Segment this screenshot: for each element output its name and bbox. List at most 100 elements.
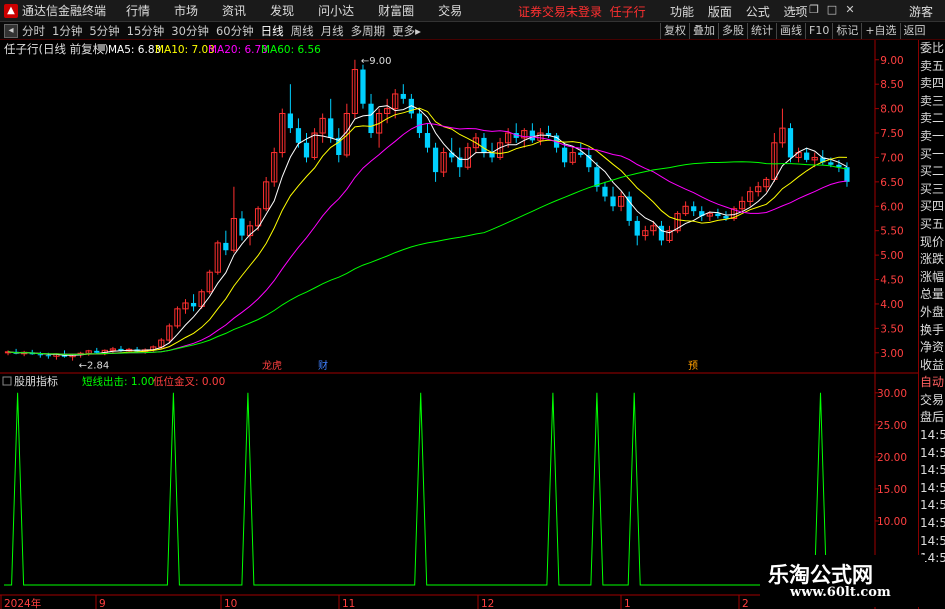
candle-body-down (416, 113, 423, 134)
menu-faxian[interactable]: 发现 (270, 2, 294, 19)
high-price-label: ←9.00 (361, 56, 392, 67)
y-tick-label: 6.00 (880, 201, 903, 213)
period-15min[interactable]: 15分钟 (127, 23, 165, 39)
back-arrow-icon[interactable]: ◂ (4, 23, 18, 38)
app-title: 通达信金融终端 (22, 4, 107, 18)
candle-body-down (368, 103, 374, 134)
quote-label: 买四 (920, 199, 945, 214)
candle-body-down (37, 354, 43, 356)
y-tick-label: 5.50 (880, 226, 903, 238)
period-5min[interactable]: 5分钟 (89, 23, 119, 39)
y-tick-label: 4.50 (880, 275, 903, 287)
candle-body-down (715, 213, 721, 217)
candle-body-down (562, 147, 568, 163)
x-tick-label: 1 (624, 598, 631, 609)
event-marker: 财 (318, 359, 328, 372)
quote-panel: 委比 卖五 卖四 卖三 卖二 卖一 买一 买二 买三 买四 买五 现价 涨跌 涨幅 总量 外盘 换手 净资 收益 自动… (918, 40, 945, 609)
candle-body-down (602, 186, 608, 197)
ma-legend-3: MA60: 6.56 (261, 44, 321, 56)
tool-diejia[interactable]: 叠加 (689, 23, 718, 39)
tool-duogu[interactable]: 多股 (718, 23, 747, 39)
guest-user[interactable]: 游客 (909, 3, 933, 20)
restore-icon[interactable]: ❐ (808, 4, 820, 16)
candle-body-down (239, 218, 245, 236)
quote-label: 卖一 (920, 128, 945, 143)
x-tick-label: 2024年 (4, 597, 41, 609)
y-tick-label: 5.00 (880, 250, 903, 262)
quote-label: 总量 (920, 287, 945, 302)
menu-gongshi[interactable]: 公式 (746, 5, 770, 19)
quote-label: 委比 (920, 41, 945, 55)
kline-chart[interactable]: 9.00 8.50 8.00 7.50 7.00 6.50 6.00 5.50 5.00 4.50… (0, 40, 918, 609)
period-more[interactable]: 更多▸ (392, 23, 421, 39)
period-30min[interactable]: 30分钟 (171, 23, 209, 39)
candle-body-down (634, 220, 640, 236)
candle-body-down (828, 162, 834, 165)
candle-body-down (190, 302, 197, 307)
quote-label: 买一 (920, 146, 945, 161)
period-monthly[interactable]: 月线 (321, 23, 344, 39)
x-tick-label: 12 (481, 598, 494, 609)
quote-label: 换手 (920, 322, 945, 337)
quote-label: 卖二 (920, 111, 945, 126)
chart-tools: 复权 叠加 多股 统计 画线 F10 标记 +自选 返回 (660, 23, 929, 39)
candle-body-down (723, 216, 729, 219)
y-tick-label: 9.00 (880, 55, 903, 67)
app-logo-icon: ▲ (4, 3, 18, 18)
candle-body-down (578, 152, 584, 155)
low-price-label: ←2.84 (79, 361, 110, 372)
period-1min[interactable]: 1分钟 (52, 23, 82, 39)
period-daily[interactable]: 日线 (261, 23, 284, 39)
menu-shichang[interactable]: 市场 (174, 2, 198, 19)
candle-body-down (432, 147, 439, 173)
minimize-icon[interactable]: — (790, 4, 802, 16)
menu-banmian[interactable]: 版面 (708, 5, 732, 19)
menu-zixun[interactable]: 资讯 (222, 2, 246, 19)
menu-hangqing[interactable]: 行情 (126, 2, 150, 19)
tool-f10[interactable]: F10 (805, 23, 832, 39)
x-tick-label: 10 (224, 598, 237, 609)
tool-fanhui[interactable]: 返回 (899, 23, 929, 39)
candle-body-down (45, 355, 51, 357)
quote-label: 现价 (920, 234, 945, 249)
menu-wenxiaoda[interactable]: 问小达 (318, 2, 354, 19)
ma-line-60 (7, 161, 848, 355)
candle-body-down (328, 118, 334, 138)
quote-label: 14:56 (920, 498, 945, 513)
close-icon[interactable]: ✕ (844, 4, 856, 16)
y-tick-label: 8.00 (880, 104, 903, 116)
candle-body-down (804, 152, 810, 160)
candle-body-down (94, 350, 100, 353)
indicator-line1: 短线出击: 1.00 (82, 375, 154, 388)
menu-jiaoyi[interactable]: 交易 (438, 2, 462, 19)
period-multi[interactable]: 多周期 (351, 23, 386, 39)
period-fenshi[interactable]: 分时 (22, 23, 45, 39)
menu-caifuquan[interactable]: 财富圈 (378, 2, 414, 19)
y-tick-label: 6.50 (880, 177, 903, 189)
maximize-icon[interactable]: □ (826, 4, 838, 16)
chart-area[interactable]: 9.00 8.50 8.00 7.50 7.00 6.50 6.00 5.50 5.00 4.50… (0, 40, 945, 609)
quote-label: 14:56 (920, 533, 945, 548)
quote-label: 交易 (920, 392, 945, 407)
menu-gongneng[interactable]: 功能 (670, 5, 694, 19)
y-tick-label: 8.50 (880, 79, 903, 91)
tool-huaxian[interactable]: 画线 (776, 23, 805, 39)
ma-legend-0: MA5: 6.83 (108, 44, 161, 56)
candle-body-down (360, 69, 366, 104)
candle-body-down (787, 128, 794, 158)
candle-body-down (594, 167, 600, 187)
ma-line-20 (7, 122, 848, 355)
tool-zixuan[interactable]: +自选 (861, 23, 899, 39)
y-tick-label: 7.00 (880, 152, 903, 164)
settings-icon (98, 44, 105, 51)
indicator-line (4, 392, 851, 586)
tool-fuquan[interactable]: 复权 (660, 23, 689, 39)
period-60min[interactable]: 60分钟 (216, 23, 254, 39)
quote-label: 14:56 (920, 445, 945, 460)
tool-tongji[interactable]: 统计 (747, 23, 776, 39)
quote-label: 涨跌 (920, 252, 945, 267)
quote-label: 14:56 (920, 480, 945, 495)
period-weekly[interactable]: 周线 (291, 23, 314, 39)
login-status[interactable]: 证券交易未登录 任子行 (518, 3, 646, 20)
tool-biaoji[interactable]: 标记 (832, 23, 861, 39)
